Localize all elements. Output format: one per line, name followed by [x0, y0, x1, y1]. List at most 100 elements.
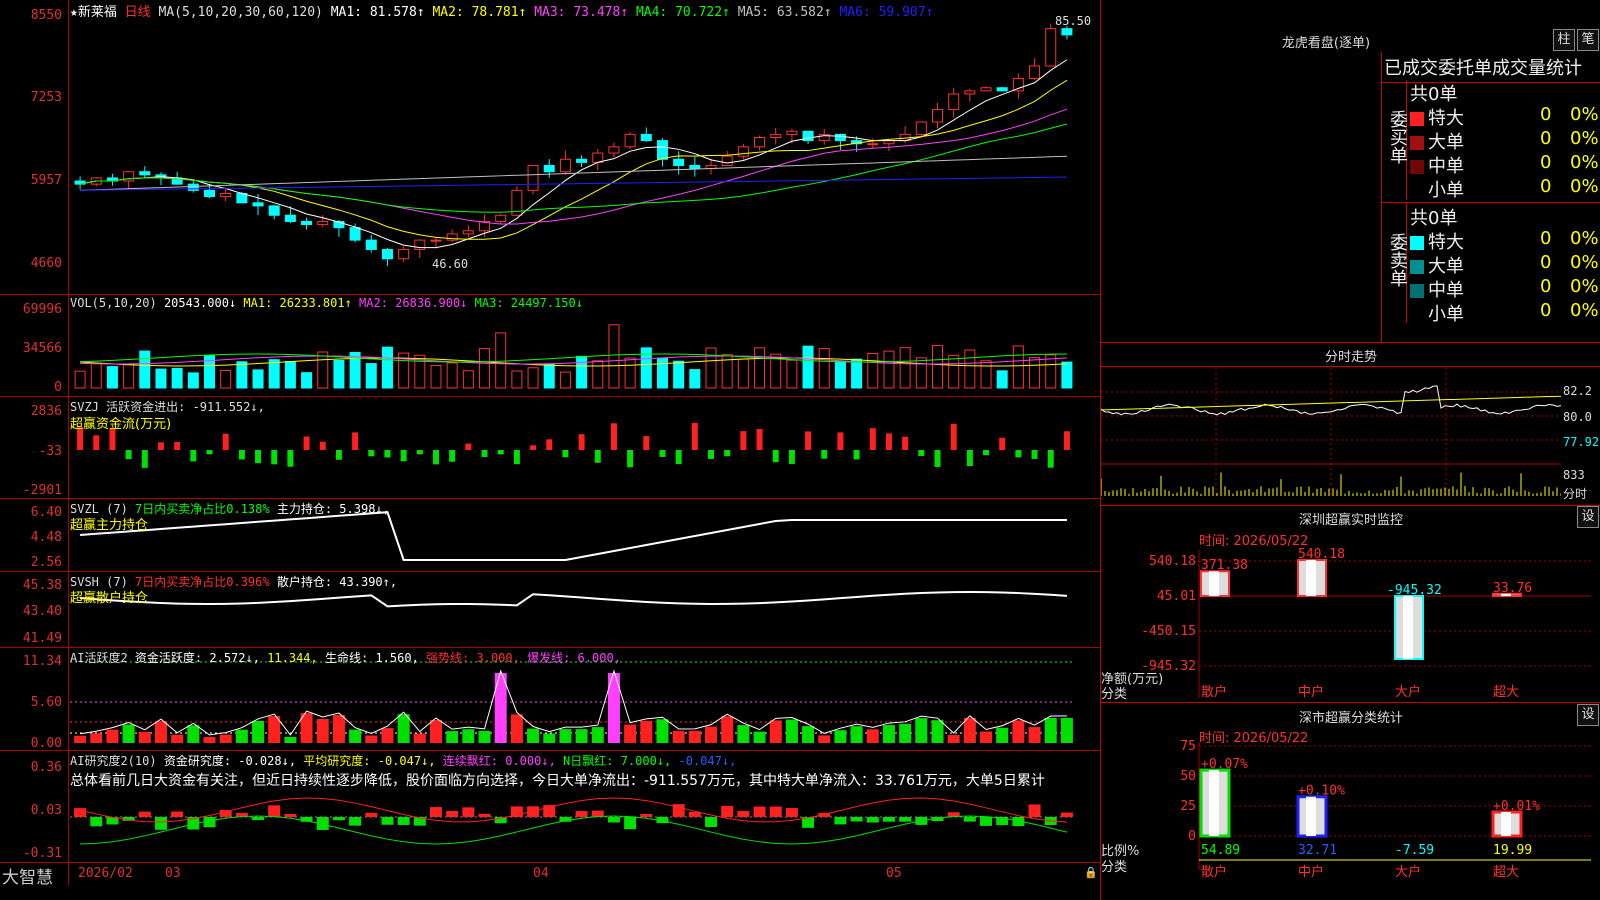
research-bar [90, 817, 103, 827]
y-tick: 50 [1180, 769, 1196, 784]
tick-mode-button[interactable]: 笔 [1577, 29, 1599, 51]
activity-bar [235, 729, 248, 743]
volume-bar [90, 362, 102, 389]
pane-separator [0, 498, 1100, 499]
vol-ma-label-3: MA3: 24497.150↓ [467, 296, 583, 310]
ai-act-life: 生命线: 1.560, [325, 651, 419, 665]
buy-pct: 0% [1570, 176, 1599, 197]
activity-bar [365, 735, 378, 743]
right-panel: 龙虎看盘(逐单) 柱 笔 已成交委托单成交量统计 委买单 共0单 特大 0 0% 大单… [1100, 0, 1600, 900]
lock-icon[interactable]: 🔒 [1084, 866, 1098, 879]
intraday-chart[interactable] [1101, 368, 1561, 504]
buy-count: 0 [1540, 152, 1552, 173]
research-bar [850, 817, 863, 822]
flow-bar [902, 436, 909, 450]
color-swatch [1410, 112, 1424, 126]
activity-bar [429, 720, 442, 743]
flow-bar [1063, 431, 1070, 450]
research-bar [429, 807, 442, 817]
y-tick: 75 [1180, 739, 1196, 754]
buy-name: 小单 [1428, 180, 1464, 201]
date-tick: 04 [533, 866, 549, 881]
flow-bar [157, 442, 164, 450]
chart-mark [624, 133, 636, 148]
classify-settings-button[interactable]: 设 [1577, 704, 1599, 726]
y-tick: -2901 [22, 483, 62, 498]
activity-bar [753, 731, 766, 743]
monitor-bar-highlight [1403, 596, 1413, 660]
buy-row: 小单 0 0% [1410, 176, 1600, 201]
stock-name[interactable]: ★新莱福 [70, 5, 117, 20]
volume-bar [737, 358, 749, 389]
activity-bar [802, 726, 815, 743]
flow-bar [530, 445, 537, 450]
svzl-position: 主力持仓: 5.398↓, [276, 502, 390, 516]
buy-name: 特大 [1428, 108, 1464, 129]
volume-bar [446, 362, 458, 389]
flow-bar [206, 450, 213, 455]
vol-tick: 833 [1563, 468, 1585, 482]
pane-separator [0, 750, 1100, 751]
activity-bar [1012, 720, 1025, 743]
chart-mark [867, 143, 879, 146]
activity-bar [559, 729, 572, 743]
sell-total: 共0单 [1410, 208, 1458, 229]
buy-row: 大单 0 0% [1410, 128, 1600, 153]
flow-bar [416, 450, 423, 455]
chart-mark [1012, 77, 1024, 92]
sell-name: 大单 [1428, 256, 1464, 277]
research-bar [138, 811, 151, 817]
y-tick: 2836 [30, 404, 62, 419]
activity-bar [1060, 717, 1073, 743]
y-tick: -450.15 [1141, 624, 1196, 639]
volume-bar [754, 347, 766, 389]
chart-mark [737, 146, 749, 157]
category-label: 大户 [1395, 864, 1421, 880]
volume-bar [608, 324, 620, 389]
ma-line [80, 155, 1067, 191]
research-bar [74, 808, 87, 817]
monitor-bar-highlight [1306, 560, 1316, 596]
classify-bar-highlight [1209, 770, 1219, 836]
chart-mark [689, 164, 701, 170]
sell-name: 中单 [1428, 280, 1464, 301]
flow-bar [708, 450, 715, 459]
research-bar [171, 811, 184, 817]
monitor-category-label: 分类 [1101, 687, 1128, 702]
chart-mark [931, 109, 943, 123]
research-bar [381, 817, 394, 825]
buy-pct: 0% [1570, 104, 1599, 125]
chart-area[interactable]: ★新莱福 日线 MA(5,10,20,30,60,120) MA1: 81.57… [0, 0, 1100, 900]
color-swatch [1410, 160, 1424, 174]
flow-bar [1031, 450, 1038, 459]
monitor-bar-highlight [1209, 571, 1219, 596]
ai-res-title: AI研究度2(10) [70, 754, 157, 768]
chart-mark [656, 140, 668, 160]
period-label[interactable]: 日线 [125, 5, 151, 20]
volume-bar [268, 359, 280, 389]
color-swatch [1410, 260, 1424, 274]
volume-bar [964, 349, 976, 389]
research-bar [397, 817, 410, 825]
vol-title: VOL(5,10,20) [70, 296, 157, 310]
vol-value: 20543.000↓ [163, 296, 237, 310]
flow-bar [983, 450, 990, 456]
activity-bar [915, 718, 928, 743]
volume-bar [527, 367, 539, 389]
research-bar [462, 807, 475, 817]
chart-mark [495, 214, 507, 222]
activity-bar [446, 731, 459, 743]
bar-mode-button[interactable]: 柱 [1553, 29, 1575, 51]
activity-bar [656, 719, 669, 743]
volume-bar [284, 360, 296, 389]
flow-bar [222, 433, 229, 450]
y-tick: 25 [1180, 799, 1196, 814]
flow-bar [627, 450, 634, 468]
flow-bar [788, 450, 795, 464]
svsh-position: 散户持仓: 43.390↑, [276, 575, 398, 589]
buy-count: 0 [1540, 128, 1552, 149]
volume-bar [705, 347, 717, 389]
flow-bar [238, 450, 245, 460]
sell-side-label-box: 委卖单 [1382, 203, 1408, 323]
flow-bar [837, 432, 844, 450]
